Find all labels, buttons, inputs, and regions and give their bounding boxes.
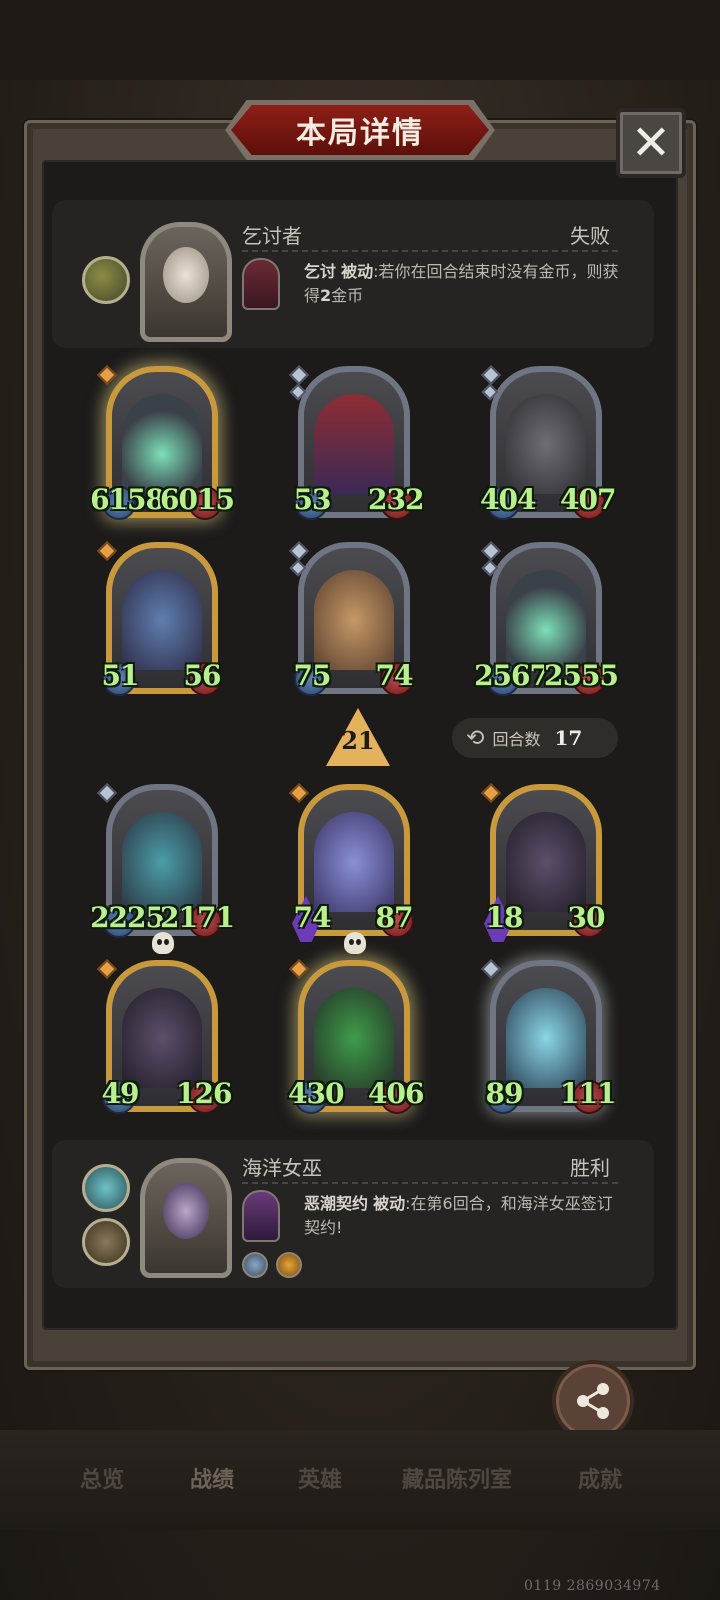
attack-value: 18	[485, 901, 524, 934]
skull-icon	[344, 932, 366, 954]
tier-gem-icon	[97, 783, 117, 803]
health-value: 2555	[544, 659, 619, 692]
nav-heroes[interactable]: 英雄	[298, 1462, 342, 1494]
minion-card[interactable]: 75 74	[289, 541, 416, 704]
attack-value: 404	[480, 483, 536, 516]
health-value: 87	[375, 901, 414, 934]
ability-name: 乞讨	[304, 262, 337, 281]
health-value: 74	[375, 659, 414, 692]
minion-card[interactable]: 6158 6015	[90, 365, 235, 528]
attack-value: 75	[293, 659, 332, 692]
ability-amount: 2	[320, 286, 332, 305]
dialog-title: 本局详情	[296, 116, 424, 151]
health-value: 56	[183, 659, 222, 692]
attack-value: 51	[101, 659, 140, 692]
close-button[interactable]: ✕	[616, 108, 686, 178]
ability-tag: 被动	[341, 262, 374, 281]
attack-value: 2225	[90, 901, 165, 934]
opponent-name: 乞讨者	[242, 224, 302, 248]
minion-card[interactable]: 2567 2555	[474, 541, 619, 704]
opponent-portrait[interactable]	[140, 222, 232, 342]
attack-value: 6158	[90, 483, 165, 516]
nav-achievements[interactable]: 成就	[578, 1462, 622, 1494]
nav-overview[interactable]: 总览	[80, 1462, 124, 1494]
tier-gem-icon	[481, 365, 501, 385]
nav-records[interactable]: 战绩	[190, 1462, 234, 1494]
tier-gem-icon	[289, 541, 309, 561]
divider	[242, 1182, 618, 1184]
divider	[242, 250, 618, 252]
minion-card[interactable]: 49 126	[97, 959, 232, 1122]
ability-tail: 金币	[331, 286, 364, 305]
player-ability-icon[interactable]	[242, 1190, 280, 1242]
minion-card[interactable]: 89 111	[481, 959, 616, 1122]
minion-card[interactable]: 18 30	[481, 783, 608, 946]
health-value: 126	[176, 1077, 232, 1110]
minion-card[interactable]: 53 232	[289, 365, 424, 528]
attack-value: 49	[101, 1077, 140, 1110]
player-result: 胜利	[570, 1156, 610, 1180]
minion-card[interactable]: 404 407	[480, 365, 616, 528]
tier-gem-icon	[481, 541, 501, 561]
attack-value: 89	[485, 1077, 524, 1110]
health-value: 406	[368, 1077, 424, 1110]
tavern-tier-value: 21	[341, 726, 375, 755]
round-value: 17	[554, 726, 583, 750]
tier-gem-icon	[289, 365, 309, 385]
top-band	[0, 0, 720, 80]
tier-gem-icon	[289, 783, 309, 803]
footer-id: 0119 2869034974	[524, 1578, 661, 1594]
opponent-ability-icon[interactable]	[242, 258, 280, 310]
ability-tag: 被动	[373, 1194, 406, 1213]
minion-card[interactable]: 430 406	[288, 959, 424, 1122]
minion-card[interactable]: 51 56	[97, 541, 224, 704]
trinket-icon[interactable]	[242, 1252, 268, 1278]
health-value: 407	[560, 483, 616, 516]
nav-collection[interactable]: 藏品陈列室	[402, 1462, 512, 1494]
player-ability-text: 恶潮契约 被动:在第6回合，和海洋女巫签订契约!	[304, 1192, 620, 1240]
round-counter: ⟲ 回合数 17	[452, 718, 618, 758]
player-name: 海洋女巫	[242, 1156, 322, 1180]
health-value: 6015	[160, 483, 235, 516]
tavern-tier-badge: 21	[326, 708, 390, 766]
attack-value: 53	[293, 483, 332, 516]
minion-card[interactable]: 2225 2171	[90, 783, 235, 954]
health-value: 111	[560, 1077, 616, 1110]
player-token-icon[interactable]	[82, 1218, 130, 1266]
ability-name: 恶潮契约	[304, 1194, 369, 1213]
opponent-ability-text: 乞讨 被动:若你在回合结束时没有金币，则获得2金币	[304, 260, 620, 308]
tier-gem-icon	[97, 959, 117, 979]
health-value: 30	[567, 901, 606, 934]
minion-card[interactable]: 74 87	[289, 783, 416, 954]
opponent-result: 失败	[570, 224, 610, 248]
attack-value: 2567	[474, 659, 549, 692]
trinket-icon[interactable]	[276, 1252, 302, 1278]
attack-value: 430	[288, 1077, 344, 1110]
player-portrait[interactable]	[140, 1158, 232, 1278]
round-label: 回合数	[492, 730, 541, 749]
opponent-token-icon[interactable]	[82, 256, 130, 304]
close-icon: ✕	[630, 115, 672, 171]
attack-value: 74	[293, 901, 332, 934]
refresh-icon: ⟲	[466, 725, 485, 751]
tier-gem-icon	[481, 783, 501, 803]
tier-gem-icon	[97, 365, 117, 385]
player-token-icon[interactable]	[82, 1164, 130, 1212]
tier-gem-icon	[97, 541, 117, 561]
health-value: 2171	[160, 901, 235, 934]
skull-icon	[152, 932, 174, 954]
health-value: 232	[368, 483, 424, 516]
tier-gem-icon	[481, 959, 501, 979]
tier-gem-icon	[289, 959, 309, 979]
share-icon	[577, 1383, 609, 1419]
dialog-title-plaque: 本局详情	[225, 100, 495, 160]
